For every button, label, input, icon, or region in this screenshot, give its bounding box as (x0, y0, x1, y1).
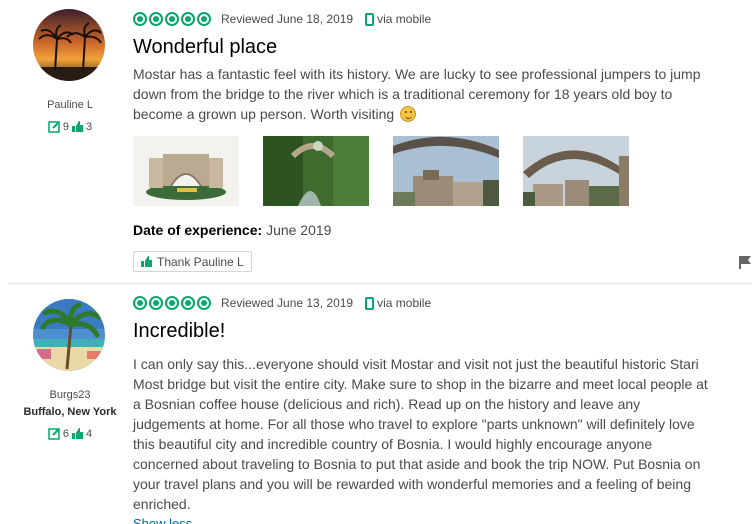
bubble-rating (133, 12, 211, 26)
review-photo[interactable] (263, 136, 369, 206)
via-label: via mobile (377, 296, 432, 310)
rating-bubble-icon (197, 12, 211, 26)
thumbs-up-icon (72, 121, 83, 132)
thumbs-up-icon (141, 256, 152, 267)
edit-review-icon (48, 428, 60, 440)
review-title[interactable]: Incredible! (133, 320, 225, 343)
contribution-counts: 9 3 (0, 120, 140, 133)
review-photo[interactable] (393, 136, 499, 206)
edit-review-icon (48, 121, 60, 133)
rating-bubble-icon (133, 12, 147, 26)
rating-bubble-icon (181, 12, 195, 26)
via-mobile: via mobile (365, 12, 431, 26)
mobile-phone-icon (365, 12, 375, 26)
user-avatar[interactable] (33, 299, 105, 371)
review-photo[interactable] (523, 136, 629, 206)
bubble-rating (133, 296, 211, 310)
rating-bubble-icon (165, 12, 179, 26)
review-card: Burgs23 Buffalo, New York 6 4 Reviewed J… (0, 284, 752, 524)
rating-bubble-icon (165, 296, 179, 310)
thank-label: Thank Pauline L (157, 254, 244, 269)
review-photos (133, 136, 629, 206)
rating-line: Reviewed June 13, 2019 via mobile (133, 295, 431, 311)
review-card: Pauline L 9 3 Reviewed June 18, 2019 via… (0, 0, 752, 284)
contribution-counts: 6 4 (0, 427, 140, 440)
user-hometown: Buffalo, New York (23, 406, 117, 418)
review-body: I can only say this...everyone should vi… (133, 356, 708, 512)
thank-button[interactable]: Thank Pauline L (133, 251, 252, 272)
thumbs-up-icon (72, 428, 83, 439)
rating-line: Reviewed June 18, 2019 via mobile (133, 11, 431, 27)
review-date: Reviewed June 13, 2019 (221, 296, 354, 310)
review-photo[interactable] (133, 136, 239, 206)
username[interactable]: Burgs23 (0, 389, 140, 401)
rating-bubble-icon (181, 296, 195, 310)
via-label: via mobile (377, 12, 432, 26)
date-of-experience: Date of experience: June 2019 (133, 222, 331, 238)
review-body: Mostar has a fantastic feel with its his… (133, 64, 713, 124)
review-text: Mostar has a fantastic feel with its his… (133, 66, 701, 122)
user-avatar[interactable] (33, 9, 105, 81)
review-count: 9 (62, 120, 69, 133)
review-date: Reviewed June 18, 2019 (221, 12, 354, 26)
rating-bubble-icon (197, 296, 211, 310)
experience-label: Date of experience: (133, 222, 263, 238)
rating-bubble-icon (149, 12, 163, 26)
report-flag-icon[interactable] (738, 255, 752, 269)
helpful-votes-count: 4 (86, 427, 93, 440)
username[interactable]: Pauline L (0, 99, 140, 111)
via-mobile: via mobile (365, 296, 431, 310)
rating-bubble-icon (149, 296, 163, 310)
helpful-votes-count: 3 (86, 120, 93, 133)
experience-value: June 2019 (266, 222, 332, 238)
show-less-link[interactable]: Show less (133, 516, 192, 524)
rating-bubble-icon (133, 296, 147, 310)
review-count: 6 (62, 427, 69, 440)
wink-emoji-icon (400, 106, 417, 122)
mobile-phone-icon (365, 296, 375, 310)
review-title[interactable]: Wonderful place (133, 36, 277, 59)
